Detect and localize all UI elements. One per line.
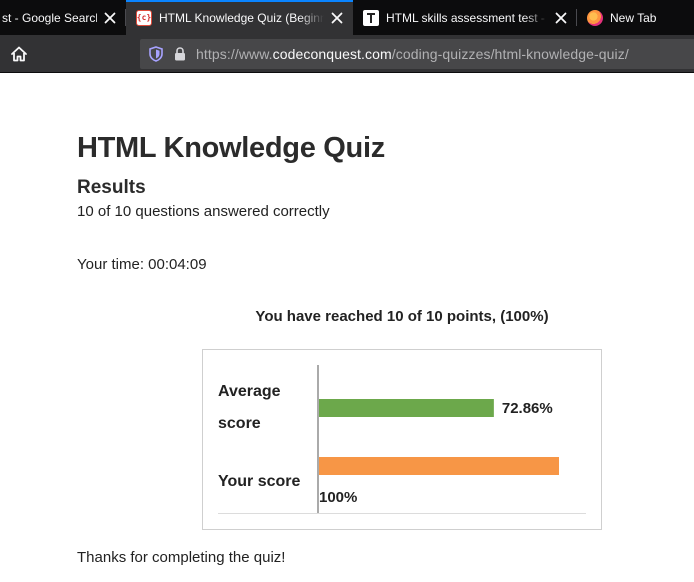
tab-google-search[interactable]: st - Google Search xyxy=(0,0,126,35)
home-icon[interactable] xyxy=(9,44,29,64)
url-host: codeconquest.com xyxy=(272,46,392,62)
page-content: HTML Knowledge Quiz Results 10 of 10 que… xyxy=(0,74,694,582)
answered-count-text: 10 of 10 questions answered correctly xyxy=(77,203,330,220)
codeconquest-icon: {c} xyxy=(136,9,152,26)
tab-html-skills-assessment[interactable]: HTML skills assessment test - F xyxy=(353,0,577,35)
bar-your-score xyxy=(319,457,559,475)
close-icon[interactable] xyxy=(330,11,344,25)
category-label-average-line1: Average xyxy=(218,383,281,400)
tab-title: HTML Knowledge Quiz (Beginn xyxy=(159,10,324,25)
category-label-average-line2: score xyxy=(218,415,261,432)
url-path: /coding-quizzes/html-knowledge-quiz/ xyxy=(391,46,629,62)
firefox-icon xyxy=(587,9,603,26)
tab-strip: st - Google Search {c} HTML Knowledge Qu… xyxy=(0,0,694,35)
time-text: Your time: 00:04:09 xyxy=(77,256,207,273)
close-icon[interactable] xyxy=(103,11,117,25)
score-chart: Average score Your score 72.86% 100% xyxy=(202,349,602,530)
tracking-protection-shield-icon[interactable] xyxy=(148,46,164,62)
tab-title: st - Google Search xyxy=(2,10,97,25)
address-bar[interactable]: https://www.codeconquest.com/coding-quiz… xyxy=(140,39,694,69)
points-text: You have reached 10 of 10 points, (100%) xyxy=(255,308,549,325)
value-label-your-score: 100% xyxy=(319,489,357,506)
url-text[interactable]: https://www.codeconquest.com/coding-quiz… xyxy=(196,46,629,62)
close-icon[interactable] xyxy=(554,11,568,25)
page-title: HTML Knowledge Quiz xyxy=(77,132,385,164)
category-label-your-score: Your score xyxy=(218,473,301,490)
tab-title: HTML skills assessment test - F xyxy=(386,10,548,25)
bar-average-score xyxy=(319,399,494,417)
navigation-toolbar: https://www.codeconquest.com/coding-quiz… xyxy=(0,35,694,73)
tab-html-knowledge-quiz[interactable]: {c} HTML Knowledge Quiz (Beginn xyxy=(126,0,353,35)
lock-icon[interactable] xyxy=(173,47,187,61)
url-prefix: https://www. xyxy=(196,46,273,62)
results-heading: Results xyxy=(77,177,146,198)
score-chart-svg: Average score Your score 72.86% 100% xyxy=(218,365,586,514)
tab-new-tab[interactable]: New Tab xyxy=(577,0,694,35)
thanks-text: Thanks for completing the quiz! xyxy=(77,549,286,566)
value-label-average-score: 72.86% xyxy=(502,400,553,417)
tab-title: New Tab xyxy=(610,10,657,25)
page-icon xyxy=(363,9,379,26)
